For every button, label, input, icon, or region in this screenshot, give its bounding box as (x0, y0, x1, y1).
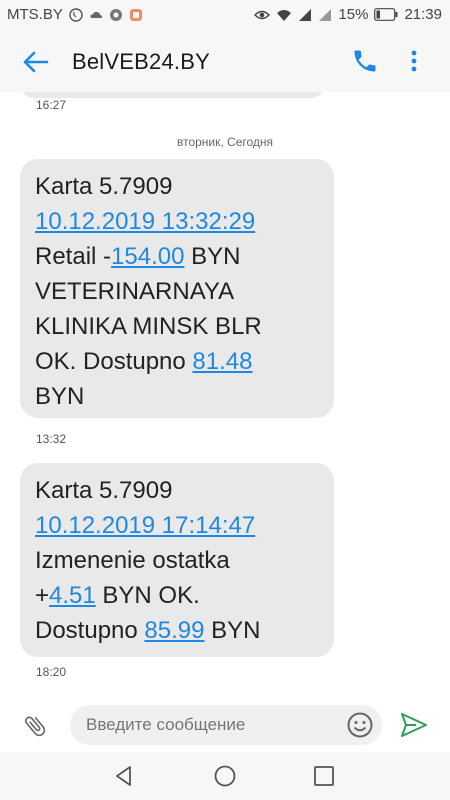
message-bubble[interactable]: Karta 5.7909 10.12.2019 13:32:29 Retail … (20, 159, 334, 418)
message-line: Karta 5.7909 (35, 173, 173, 200)
system-nav-bar (0, 752, 450, 800)
currency-text: BYN (184, 243, 241, 270)
amount-link[interactable]: 4.51 (49, 582, 96, 609)
phone-icon[interactable] (351, 47, 379, 75)
app-bar: BelVEB24.BY (0, 30, 450, 92)
send-icon[interactable] (400, 712, 428, 738)
date-link[interactable]: 10.12.2019 13:32:29 (35, 208, 255, 235)
signal-2-icon (319, 8, 332, 21)
message-list[interactable]: 16:27 вторник, Сегодня Karta 5.7909 10.1… (0, 92, 450, 700)
balance-link[interactable]: 81.48 (192, 348, 252, 375)
back-arrow-icon[interactable] (20, 47, 50, 77)
message-line: OK. Dostupno 81.48 (35, 344, 320, 379)
message-time: 16:27 (36, 98, 67, 112)
emoji-icon[interactable] (346, 711, 374, 739)
currency-text: BYN (204, 617, 261, 644)
viber-icon (69, 7, 83, 22)
date-separator: вторник, Сегодня (176, 135, 274, 149)
wifi-icon (277, 9, 292, 21)
signal-icon (299, 8, 312, 21)
battery-percent: 15% (338, 6, 369, 23)
amount-link[interactable]: 154.00 (111, 243, 184, 270)
balance-link[interactable]: 85.99 (144, 617, 204, 644)
app-notification-icon (129, 8, 142, 21)
message-line: KLINIKA MINSK BLR (35, 313, 262, 340)
message-bubble[interactable]: Karta 5.7909 10.12.2019 17:14:47 Izmenen… (20, 463, 334, 657)
chrome-icon (109, 8, 122, 21)
message-line: Izmenenie ostatka (35, 547, 230, 574)
eye-icon (254, 10, 271, 19)
dostupno-text: Dostupno (35, 617, 145, 644)
message-line: Karta 5.7909 (35, 477, 173, 504)
retail-text: Retail - (35, 243, 112, 270)
conversation-title: BelVEB24.BY (72, 49, 210, 74)
message-line: BYN (35, 383, 85, 410)
carrier-label: MTS.BY (7, 6, 63, 23)
more-vert-icon[interactable] (404, 47, 424, 75)
composer (0, 700, 450, 752)
clock: 21:39 (404, 6, 442, 23)
cloud-icon (90, 11, 102, 18)
attach-icon[interactable] (22, 712, 48, 740)
message-time: 13:32 (36, 432, 67, 446)
plus-text: + (35, 582, 50, 609)
nav-back-icon[interactable] (112, 764, 136, 788)
nav-recents-icon[interactable] (313, 765, 335, 787)
message-line: VETERINARNAYA (35, 278, 235, 305)
status-bar: MTS.BY 15% 21:39 (0, 0, 450, 30)
message-line: +4.51 BYN OK. (35, 578, 320, 613)
currency-text: BYN OK. (95, 582, 200, 609)
ok-text: OK. Dostupno (35, 348, 193, 375)
battery-icon (374, 8, 398, 21)
message-input[interactable] (70, 705, 382, 745)
nav-home-icon[interactable] (213, 764, 237, 788)
date-link[interactable]: 10.12.2019 17:14:47 (35, 512, 255, 539)
message-time: 18:20 (36, 665, 67, 679)
message-line: Dostupno 85.99 BYN (35, 613, 320, 648)
message-line: Retail -154.00 BYN (35, 239, 320, 274)
